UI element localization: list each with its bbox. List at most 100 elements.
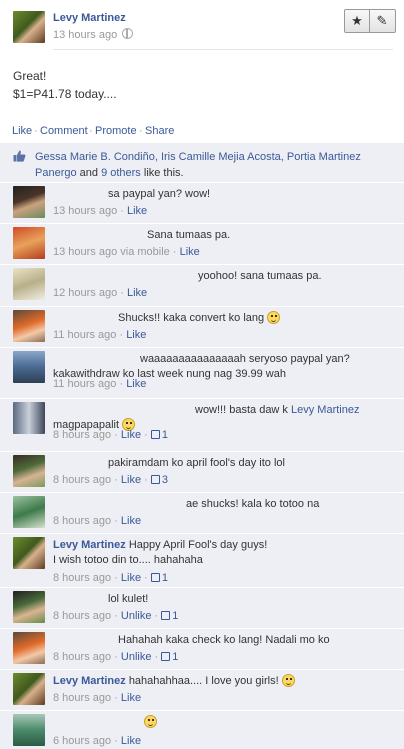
comment-body: sa paypal yan? wow! xyxy=(53,187,393,202)
comment-item: Levy Martinez hahahahhaa.... I love you … xyxy=(0,669,404,709)
comment-text: Hahahah kaka check ko lang! Nadali mo ko xyxy=(118,634,330,646)
comment-text-line2: I wish totoo din to.... hahahaha xyxy=(53,554,203,566)
comment-meta: 8 hours ago · Like xyxy=(53,515,142,527)
star-icon[interactable]: ★ xyxy=(345,10,370,32)
commenter-avatar[interactable] xyxy=(13,268,45,300)
comment-timestamp[interactable]: 11 hours ago xyxy=(53,378,116,390)
post-timestamp[interactable]: 13 hours ago xyxy=(53,29,117,41)
header-divider xyxy=(53,49,393,50)
mention-link[interactable]: Levy Martinez xyxy=(291,404,359,416)
commenter-avatar[interactable] xyxy=(13,351,45,383)
thumbs-up-icon xyxy=(161,652,171,661)
comment-meta: 8 hours ago · Unlike · 1 xyxy=(53,651,179,663)
commenter-avatar[interactable] xyxy=(13,455,45,487)
like-link[interactable]: Like xyxy=(121,515,141,527)
thumbs-up-icon xyxy=(150,475,160,484)
globe-icon xyxy=(122,28,134,39)
commenter-avatar[interactable] xyxy=(13,186,45,218)
comment-item: wow!!! basta daw k Levy Martinez magpapap… xyxy=(0,398,404,450)
commenter-avatar[interactable] xyxy=(13,632,45,664)
commenter-avatar[interactable] xyxy=(13,673,45,705)
post-options: ★ ✎ xyxy=(344,9,396,33)
comment-text: ae shucks! kala ko totoo na xyxy=(186,498,320,510)
post-line-1: Great! xyxy=(13,69,47,83)
comment-like-count[interactable]: 1 xyxy=(150,429,168,441)
like-link[interactable]: Like xyxy=(121,429,141,441)
comment-item: yoohoo! sana tumaas pa. 12 hours ago · Li… xyxy=(0,264,404,305)
comment-body xyxy=(53,715,393,730)
comment-link[interactable]: Comment xyxy=(40,125,88,137)
like-link[interactable]: Like xyxy=(121,735,141,747)
comment-text: yoohoo! sana tumaas pa. xyxy=(198,270,322,282)
comment-timestamp[interactable]: 8 hours ago xyxy=(53,515,111,527)
comment-meta: 8 hours ago · Like · 3 xyxy=(53,474,168,486)
like-link[interactable]: Like xyxy=(121,572,141,584)
like-link[interactable]: Like xyxy=(121,474,141,486)
comment-timestamp[interactable]: 12 hours ago xyxy=(53,287,117,299)
smiley-icon xyxy=(267,311,281,324)
comment-timestamp[interactable]: 8 hours ago xyxy=(53,651,111,663)
comment-timestamp[interactable]: 8 hours ago xyxy=(53,474,111,486)
separator-dot: · xyxy=(89,125,93,137)
comment-meta: 13 hours ago · Like xyxy=(53,205,148,217)
like-link[interactable]: Like xyxy=(127,205,147,217)
promote-link[interactable]: Promote xyxy=(95,125,137,137)
comment-item: Shucks!! kaka convert ko lang 11 hours a… xyxy=(0,306,404,346)
commenter-avatar[interactable] xyxy=(13,714,45,746)
like-link[interactable]: Like xyxy=(126,329,146,341)
comment-like-count[interactable]: 3 xyxy=(150,474,168,486)
thumbs-up-icon xyxy=(150,430,160,439)
commenter-avatar[interactable] xyxy=(13,310,45,342)
comment-timestamp[interactable]: 13 hours ago xyxy=(53,205,117,217)
unlike-link[interactable]: Unlike xyxy=(121,651,152,663)
smiley-icon xyxy=(281,674,295,687)
post-body: Great! $1=P41.78 today.... xyxy=(13,67,117,103)
comment-meta: 6 hours ago · Like xyxy=(53,735,142,747)
comment-timestamp[interactable]: 8 hours ago xyxy=(53,429,111,441)
comment-body: yoohoo! sana tumaas pa. xyxy=(53,269,393,284)
comment-timestamp[interactable]: 8 hours ago xyxy=(53,610,111,622)
commenter-name[interactable]: Levy Martinez xyxy=(53,675,126,687)
comment-like-count[interactable]: 1 xyxy=(161,651,178,663)
thumbs-up-icon xyxy=(150,573,160,582)
comment-item: ae shucks! kala ko totoo na 8 hours ago ·… xyxy=(0,492,404,532)
comment-like-count[interactable]: 1 xyxy=(161,610,178,622)
commenter-avatar[interactable] xyxy=(13,402,45,434)
pencil-icon[interactable]: ✎ xyxy=(370,10,394,32)
comment-body: Hahahah kaka check ko lang! Nadali mo ko xyxy=(53,633,393,648)
comment-timestamp[interactable]: 13 hours ago via mobile xyxy=(53,246,170,258)
author-name[interactable]: Levy Martinez xyxy=(53,12,126,24)
comment-item: sa paypal yan? wow! 13 hours ago · Like xyxy=(0,182,404,222)
commenter-name[interactable]: Levy Martinez xyxy=(53,539,126,551)
unlike-link[interactable]: Unlike xyxy=(121,610,152,622)
share-link[interactable]: Share xyxy=(145,125,174,137)
comment-timestamp[interactable]: 8 hours ago xyxy=(53,572,111,584)
comment-text: lol kulet! xyxy=(108,593,149,605)
comment-text: waaaaaaaaaaaaaaah seryoso paypal yan? ka… xyxy=(53,353,350,380)
comment-meta: 8 hours ago · Unlike · 1 xyxy=(53,610,179,622)
likes-others-link[interactable]: 9 others xyxy=(101,167,141,179)
like-link[interactable]: Like xyxy=(121,692,141,704)
likes-and: and xyxy=(76,167,102,179)
comment-like-count[interactable]: 1 xyxy=(150,572,168,584)
post-time: 13 hours ago xyxy=(53,28,134,41)
like-link[interactable]: Like xyxy=(180,246,200,258)
author-avatar[interactable] xyxy=(13,11,45,43)
like-link[interactable]: Like xyxy=(12,125,32,137)
separator-dot: · xyxy=(139,125,143,137)
comment-text: Sana tumaas pa. xyxy=(147,229,231,241)
comment-body: Levy Martinez Happy April Fool's day guy… xyxy=(53,538,393,568)
commenter-avatar[interactable] xyxy=(13,496,45,528)
comment-timestamp[interactable]: 8 hours ago xyxy=(53,692,111,704)
comment-text: pakiramdam ko april fool's day ito lol xyxy=(108,457,285,469)
like-link[interactable]: Like xyxy=(126,378,146,390)
like-link[interactable]: Like xyxy=(127,287,147,299)
commenter-avatar[interactable] xyxy=(13,591,45,623)
commenter-avatar[interactable] xyxy=(13,227,45,259)
comment-timestamp[interactable]: 6 hours ago xyxy=(53,735,111,747)
commenter-avatar[interactable] xyxy=(13,537,45,569)
comment-timestamp[interactable]: 11 hours ago xyxy=(53,329,116,341)
comment-text: sa paypal yan? wow! xyxy=(108,188,211,200)
comment-body: ae shucks! kala ko totoo na xyxy=(53,497,393,512)
smiley-icon xyxy=(144,715,157,728)
